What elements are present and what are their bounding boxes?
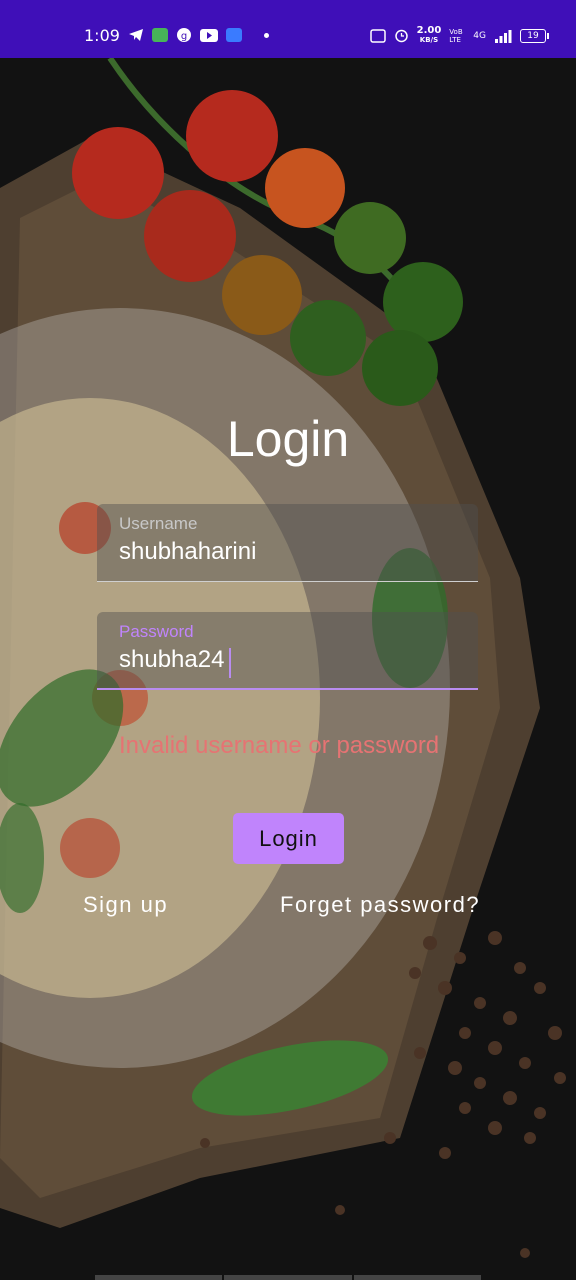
username-label: Username: [119, 514, 198, 533]
login-title: Login: [226, 411, 350, 467]
login-button[interactable]: Login: [233, 813, 344, 864]
nav-segment: [224, 1275, 352, 1280]
notification-icons: g: [128, 27, 269, 43]
app-icon: [152, 28, 168, 42]
text-cursor: [229, 648, 231, 678]
more-notifications-icon: [264, 32, 269, 38]
youtube-icon: [200, 28, 218, 42]
volte-indicator: VoB LTE: [449, 27, 463, 44]
username-underline: [97, 580, 478, 582]
telegram-icon: [129, 29, 143, 41]
status-bar: 1:09 g 2.00 KB/S VoB LTE 4G 19: [0, 0, 576, 58]
status-time: 1:09: [84, 26, 120, 45]
error-message: Invalid username or password: [119, 732, 440, 759]
password-underline: [97, 687, 478, 690]
nav-segment: [95, 1275, 223, 1280]
password-field[interactable]: Password: [97, 612, 478, 690]
g-icon: g: [177, 28, 191, 42]
signup-link[interactable]: Sign up: [83, 892, 168, 918]
nav-segment: [353, 1275, 481, 1280]
battery-icon: 19: [520, 28, 549, 43]
forgot-password-link[interactable]: Forget password?: [280, 892, 480, 918]
system-icons: 2.00 KB/S VoB LTE 4G 19: [369, 25, 549, 45]
screen-record-icon: [369, 28, 386, 43]
signal-icon: [495, 29, 512, 43]
alarm-icon: [394, 29, 408, 43]
username-input[interactable]: [119, 538, 459, 566]
password-input[interactable]: [119, 646, 459, 674]
navigation-bar: [95, 1275, 481, 1280]
network-speed: 2.00 KB/S: [416, 25, 442, 45]
password-label: Password: [119, 622, 194, 641]
network-type: 4G: [473, 30, 486, 41]
svg-text:g: g: [181, 31, 187, 42]
android-icon: [226, 28, 242, 42]
username-field[interactable]: Username: [97, 504, 478, 582]
